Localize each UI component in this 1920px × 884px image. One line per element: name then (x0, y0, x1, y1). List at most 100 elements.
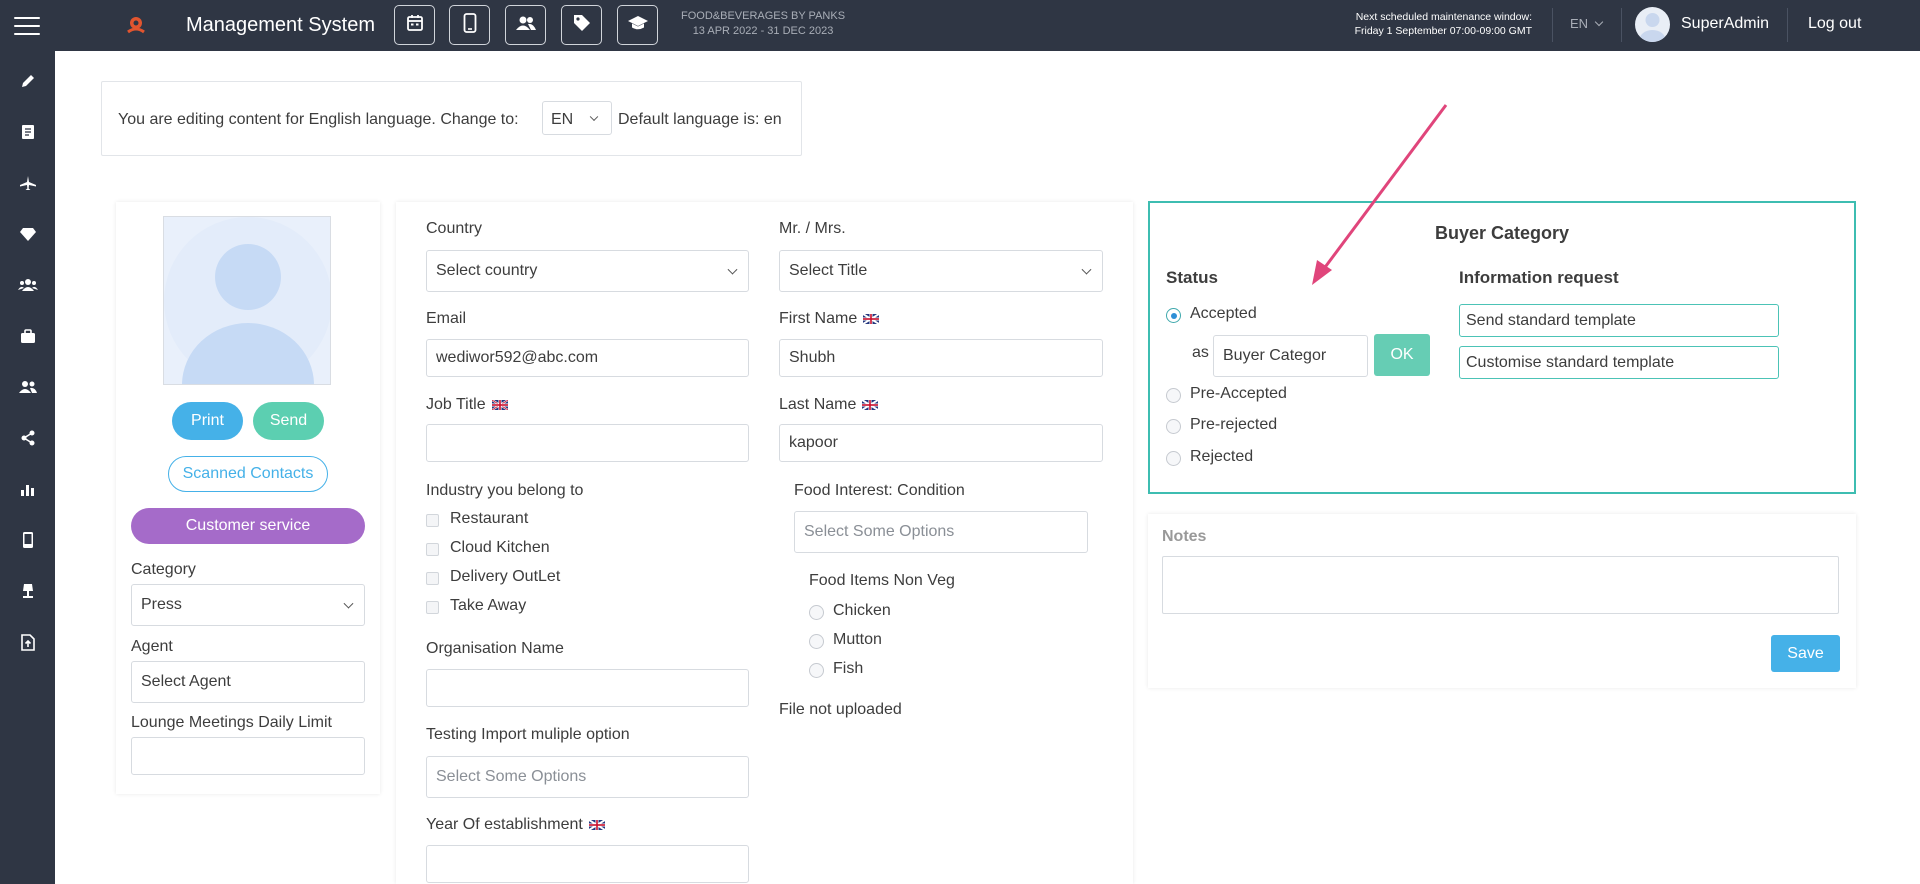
first-name-input[interactable]: Shubh (779, 339, 1103, 377)
uk-flag-icon (863, 314, 880, 324)
mobile-icon[interactable] (18, 530, 38, 550)
scanned-contacts-button[interactable]: Scanned Contacts (168, 456, 328, 492)
print-button[interactable]: Print (172, 402, 243, 440)
last-name-value: kapoor (789, 434, 838, 451)
lounge-limit-input[interactable] (131, 737, 365, 775)
logout-link[interactable]: Log out (1808, 15, 1861, 33)
notes-label: Notes (1162, 528, 1207, 545)
annotation-arrow (1312, 104, 1448, 285)
event-info: FOOD&BEVERAGES BY PANKS 13 APR 2022 - 31… (681, 9, 845, 39)
organisation-label: Organisation Name (426, 640, 564, 657)
send-standard-template-button[interactable]: Send standard template (1459, 304, 1779, 337)
bar-chart-icon[interactable] (18, 479, 38, 499)
industry-checkbox-restaurant[interactable] (426, 514, 439, 527)
hamburger-menu-icon[interactable] (14, 17, 40, 35)
status-option-accepted: Accepted (1190, 305, 1257, 322)
testing-import-label: Testing Import muliple option (426, 726, 630, 743)
testing-import-multiselect[interactable]: Select Some Options (426, 756, 749, 798)
first-name-label: First Name (779, 310, 880, 328)
industry-checkbox-delivery-outlet[interactable] (426, 572, 439, 585)
status-radio-accepted[interactable] (1166, 308, 1181, 323)
share-icon[interactable] (18, 428, 38, 448)
education-button[interactable] (617, 5, 658, 45)
tag-button[interactable] (561, 5, 602, 45)
industry-option-delivery-outlet: Delivery OutLet (450, 568, 561, 585)
food-item-radio-mutton[interactable] (809, 634, 824, 649)
profile-picture[interactable] (163, 216, 331, 385)
maintenance-label: Next scheduled maintenance window: (1355, 11, 1532, 23)
username[interactable]: SuperAdmin (1681, 15, 1769, 33)
title-label: Mr. / Mrs. (779, 220, 846, 237)
status-option-rejected: Rejected (1190, 448, 1254, 465)
language-select[interactable]: EN (542, 101, 612, 135)
first-name-value: Shubh (789, 349, 836, 366)
industry-option-restaurant: Restaurant (450, 510, 529, 527)
divider (1621, 8, 1622, 42)
calendar-button[interactable] (394, 5, 435, 45)
industry-label: Industry you belong to (426, 482, 584, 499)
mobile-button[interactable] (449, 5, 490, 45)
ok-button[interactable]: OK (1374, 334, 1430, 376)
last-name-input[interactable]: kapoor (779, 424, 1103, 462)
users-button[interactable] (505, 5, 546, 45)
diamond-icon[interactable] (18, 224, 38, 244)
briefcase-icon[interactable] (18, 326, 38, 346)
job-title-input[interactable] (426, 424, 749, 462)
save-button[interactable]: Save (1771, 635, 1840, 672)
status-radio-rejected[interactable] (1166, 451, 1181, 466)
tag-icon (572, 13, 592, 38)
buyer-category-title: Buyer Category (1434, 223, 1570, 243)
category-select[interactable]: Press (131, 584, 365, 626)
buyer-category-input[interactable]: Buyer Categor (1213, 335, 1368, 377)
title-placeholder: Select Title (789, 262, 868, 279)
lounge-limit-label: Lounge Meetings Daily Limit (131, 714, 332, 731)
event-name: FOOD&BEVERAGES BY PANKS (681, 10, 846, 22)
people-icon[interactable] (18, 377, 38, 397)
last-name-label-text: Last Name (779, 396, 857, 413)
year-input[interactable] (426, 845, 749, 883)
user-avatar[interactable] (1635, 7, 1670, 42)
plane-icon[interactable] (18, 173, 38, 193)
customer-service-button[interactable]: Customer service (131, 508, 365, 544)
event-dates: 13 APR 2022 - 31 DEC 2023 (692, 25, 834, 37)
group-icon[interactable] (18, 275, 38, 295)
chevron-down-icon (589, 112, 599, 122)
language-select-value: EN (551, 111, 574, 128)
email-value: wediwor592@abc.com (436, 349, 599, 366)
chevron-down-icon (1081, 264, 1092, 275)
organisation-input[interactable] (426, 669, 749, 707)
file-status: File not uploaded (779, 701, 902, 718)
file-upload-icon[interactable] (18, 632, 38, 652)
maintenance-time: Friday 1 September 07:00-09:00 GMT (1354, 25, 1532, 37)
calendar-icon (406, 14, 424, 37)
email-label: Email (426, 310, 467, 327)
industry-checkbox-take-away[interactable] (426, 601, 439, 614)
lamp-icon[interactable] (18, 581, 38, 601)
graduation-cap-icon (627, 14, 649, 37)
pencil-icon[interactable] (18, 71, 38, 91)
food-interest-label: Food Interest: Condition (794, 482, 965, 499)
title-select[interactable]: Select Title (779, 250, 1103, 292)
agent-select[interactable]: Select Agent (131, 661, 365, 703)
food-items-label: Food Items Non Veg (809, 572, 955, 589)
food-item-radio-chicken[interactable] (809, 605, 824, 620)
food-interest-multiselect[interactable]: Select Some Options (794, 511, 1088, 553)
customise-standard-template-label: Customise standard template (1466, 353, 1675, 371)
users-icon (515, 15, 537, 36)
language-dropdown[interactable]: EN (1570, 16, 1603, 31)
chevron-down-icon (343, 598, 354, 609)
notes-panel: Notes Save (1148, 514, 1856, 688)
country-select[interactable]: Select country (426, 250, 749, 292)
food-item-radio-fish[interactable] (809, 663, 824, 678)
status-radio-pre-accepted[interactable] (1166, 388, 1181, 403)
document-icon[interactable] (18, 122, 38, 142)
email-input[interactable]: wediwor592@abc.com (426, 339, 749, 377)
status-radio-pre-rejected[interactable] (1166, 419, 1181, 434)
chevron-down-icon (727, 264, 738, 275)
industry-checkbox-cloud-kitchen[interactable] (426, 543, 439, 556)
notes-textarea[interactable] (1162, 556, 1839, 614)
customise-standard-template-button[interactable]: Customise standard template (1459, 346, 1779, 379)
country-placeholder: Select country (436, 262, 538, 279)
contact-form-card: Country Select country Email wediwor592@… (396, 202, 1133, 884)
send-button[interactable]: Send (253, 402, 324, 440)
